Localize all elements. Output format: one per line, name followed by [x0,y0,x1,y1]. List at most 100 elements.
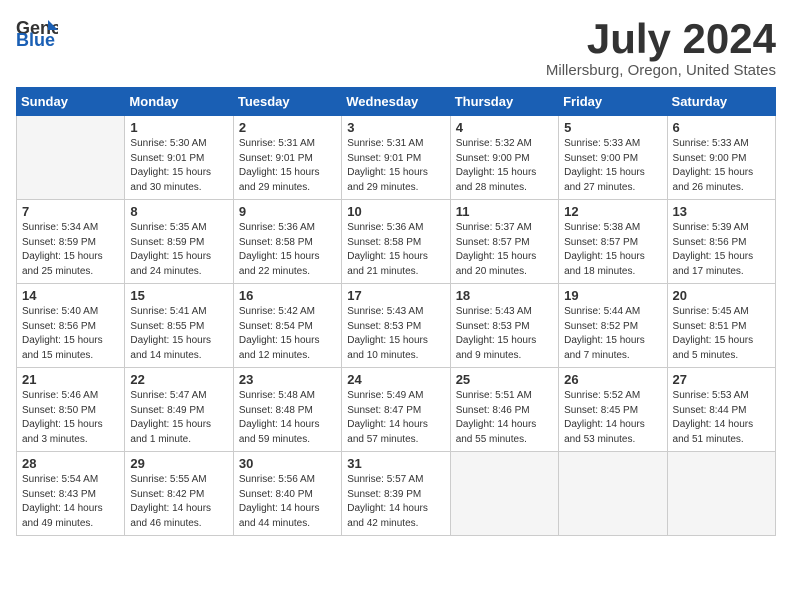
day-info: Sunrise: 5:54 AM Sunset: 8:43 PM Dayligh… [22,473,119,531]
calendar-week-row: 7Sunrise: 5:34 AM Sunset: 8:59 PM Daylig… [17,200,776,284]
day-info: Sunrise: 5:44 AM Sunset: 8:52 PM Dayligh… [564,305,661,363]
calendar-cell: 25 Sunrise: 5:51 AM Sunset: 8:46 PM Dayli… [450,368,558,452]
day-info: Sunrise: 5:46 AM Sunset: 8:50 PM Dayligh… [22,389,119,447]
calendar-cell: 17Sunrise: 5:43 AM Sunset: 8:53 PM Dayli… [342,284,450,368]
day-info: Sunrise: 5:42 AM Sunset: 8:54 PM Dayligh… [239,305,336,363]
day-number: 2 [239,120,336,135]
calendar-cell: 12Sunrise: 5:38 AM Sunset: 8:57 PM Dayli… [559,200,667,284]
day-number: 25 [456,372,553,387]
day-number: 17 [347,288,444,303]
day-info: Sunrise: 5:35 AM Sunset: 8:59 PM Dayligh… [130,221,227,279]
day-number: 29 [130,456,227,471]
calendar-cell [559,452,667,536]
day-number: 22 [130,372,227,387]
page-header: General Blue July 2024 Millersburg, Oreg… [16,16,776,79]
day-info: Sunrise: 5:53 AM Sunset: 8:44 PM Dayligh… [673,389,770,447]
day-number: 13 [673,204,770,219]
calendar-cell: 27 Sunrise: 5:53 AM Sunset: 8:44 PM Dayli… [667,368,775,452]
logo: General Blue [16,16,58,48]
calendar-cell: 6 Sunrise: 5:33 AM Sunset: 9:00 PM Daylig… [667,116,775,200]
day-info: Sunrise: 5:56 AM Sunset: 8:40 PM Dayligh… [239,473,336,531]
day-number: 24 [347,372,444,387]
day-number: 26 [564,372,661,387]
calendar-week-row: 1 Sunrise: 5:30 AM Sunset: 9:01 PM Daylig… [17,116,776,200]
calendar-cell: 13 Sunrise: 5:39 AM Sunset: 8:56 PM Dayli… [667,200,775,284]
day-info: Sunrise: 5:51 AM Sunset: 8:46 PM Dayligh… [456,389,553,447]
day-info: Sunrise: 5:33 AM Sunset: 9:00 PM Dayligh… [564,137,661,195]
day-info: Sunrise: 5:47 AM Sunset: 8:49 PM Dayligh… [130,389,227,447]
day-number: 4 [456,120,553,135]
svg-text:Blue: Blue [16,30,55,48]
day-number: 18 [456,288,553,303]
calendar-cell: 18Sunrise: 5:43 AM Sunset: 8:53 PM Dayli… [450,284,558,368]
day-info: Sunrise: 5:45 AM Sunset: 8:51 PM Dayligh… [673,305,770,363]
day-info: Sunrise: 5:48 AM Sunset: 8:48 PM Dayligh… [239,389,336,447]
day-info: Sunrise: 5:38 AM Sunset: 8:57 PM Dayligh… [564,221,661,279]
day-number: 3 [347,120,444,135]
weekday-header: Saturday [667,88,775,116]
calendar-cell [667,452,775,536]
day-number: 7 [22,204,119,219]
calendar-cell: 10Sunrise: 5:36 AM Sunset: 8:58 PM Dayli… [342,200,450,284]
day-number: 27 [673,372,770,387]
month-title: July 2024 [546,16,776,62]
calendar-cell: 19 Sunrise: 5:44 AM Sunset: 8:52 PM Dayli… [559,284,667,368]
day-number: 21 [22,372,119,387]
calendar-cell: 16Sunrise: 5:42 AM Sunset: 8:54 PM Dayli… [233,284,341,368]
calendar-cell: 24 Sunrise: 5:49 AM Sunset: 8:47 PM Dayli… [342,368,450,452]
day-info: Sunrise: 5:49 AM Sunset: 8:47 PM Dayligh… [347,389,444,447]
weekday-header: Wednesday [342,88,450,116]
logo-icon: General Blue [16,16,58,48]
calendar-cell: 1 Sunrise: 5:30 AM Sunset: 9:01 PM Daylig… [125,116,233,200]
day-info: Sunrise: 5:31 AM Sunset: 9:01 PM Dayligh… [239,137,336,195]
calendar-cell: 26 Sunrise: 5:52 AM Sunset: 8:45 PM Dayli… [559,368,667,452]
day-info: Sunrise: 5:37 AM Sunset: 8:57 PM Dayligh… [456,221,553,279]
calendar-cell: 21 Sunrise: 5:46 AM Sunset: 8:50 PM Dayli… [17,368,125,452]
calendar-cell: 22 Sunrise: 5:47 AM Sunset: 8:49 PM Dayli… [125,368,233,452]
day-number: 15 [130,288,227,303]
day-number: 23 [239,372,336,387]
day-number: 30 [239,456,336,471]
calendar-cell: 5 Sunrise: 5:33 AM Sunset: 9:00 PM Daylig… [559,116,667,200]
calendar-table: SundayMondayTuesdayWednesdayThursdayFrid… [16,87,776,536]
weekday-header: Monday [125,88,233,116]
day-info: Sunrise: 5:40 AM Sunset: 8:56 PM Dayligh… [22,305,119,363]
day-number: 1 [130,120,227,135]
weekday-header: Sunday [17,88,125,116]
day-info: Sunrise: 5:30 AM Sunset: 9:01 PM Dayligh… [130,137,227,195]
calendar-header-row: SundayMondayTuesdayWednesdayThursdayFrid… [17,88,776,116]
day-info: Sunrise: 5:36 AM Sunset: 8:58 PM Dayligh… [239,221,336,279]
day-number: 5 [564,120,661,135]
calendar-week-row: 21 Sunrise: 5:46 AM Sunset: 8:50 PM Dayli… [17,368,776,452]
day-info: Sunrise: 5:31 AM Sunset: 9:01 PM Dayligh… [347,137,444,195]
calendar-cell: 28 Sunrise: 5:54 AM Sunset: 8:43 PM Dayli… [17,452,125,536]
day-number: 28 [22,456,119,471]
calendar-cell: 9Sunrise: 5:36 AM Sunset: 8:58 PM Daylig… [233,200,341,284]
day-info: Sunrise: 5:39 AM Sunset: 8:56 PM Dayligh… [673,221,770,279]
day-number: 19 [564,288,661,303]
day-info: Sunrise: 5:41 AM Sunset: 8:55 PM Dayligh… [130,305,227,363]
calendar-cell: 3 Sunrise: 5:31 AM Sunset: 9:01 PM Daylig… [342,116,450,200]
day-number: 31 [347,456,444,471]
day-number: 14 [22,288,119,303]
day-info: Sunrise: 5:33 AM Sunset: 9:00 PM Dayligh… [673,137,770,195]
day-info: Sunrise: 5:52 AM Sunset: 8:45 PM Dayligh… [564,389,661,447]
day-info: Sunrise: 5:32 AM Sunset: 9:00 PM Dayligh… [456,137,553,195]
calendar-cell: 2 Sunrise: 5:31 AM Sunset: 9:01 PM Daylig… [233,116,341,200]
day-info: Sunrise: 5:55 AM Sunset: 8:42 PM Dayligh… [130,473,227,531]
title-block: July 2024 Millersburg, Oregon, United St… [546,16,776,79]
calendar-cell [450,452,558,536]
calendar-cell: 7Sunrise: 5:34 AM Sunset: 8:59 PM Daylig… [17,200,125,284]
day-number: 20 [673,288,770,303]
calendar-week-row: 28 Sunrise: 5:54 AM Sunset: 8:43 PM Dayli… [17,452,776,536]
calendar-cell: 31Sunrise: 5:57 AM Sunset: 8:39 PM Dayli… [342,452,450,536]
calendar-week-row: 14 Sunrise: 5:40 AM Sunset: 8:56 PM Dayli… [17,284,776,368]
weekday-header: Friday [559,88,667,116]
day-number: 11 [456,204,553,219]
day-number: 8 [130,204,227,219]
calendar-cell: 4 Sunrise: 5:32 AM Sunset: 9:00 PM Daylig… [450,116,558,200]
calendar-cell: 29 Sunrise: 5:55 AM Sunset: 8:42 PM Dayli… [125,452,233,536]
calendar-cell: 11 Sunrise: 5:37 AM Sunset: 8:57 PM Dayli… [450,200,558,284]
day-number: 6 [673,120,770,135]
calendar-cell: 15 Sunrise: 5:41 AM Sunset: 8:55 PM Dayli… [125,284,233,368]
